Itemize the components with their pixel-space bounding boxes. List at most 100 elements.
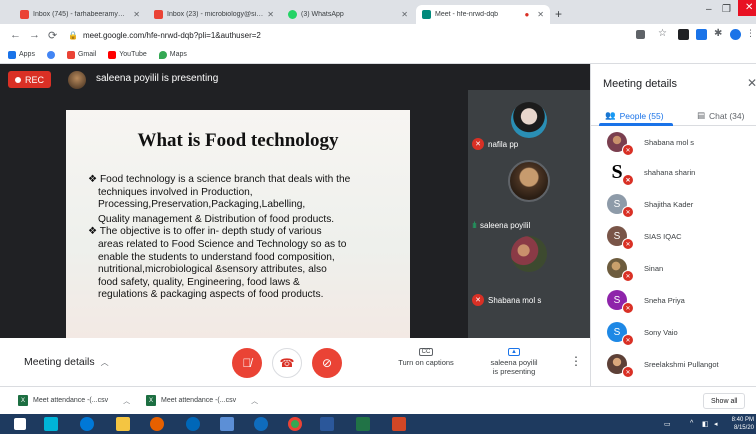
list-item[interactable]: ✕ Sreelakshmi Pullangot: [607, 350, 756, 378]
maximize-button[interactable]: ❐: [722, 4, 731, 15]
reload-icon[interactable]: ⟳: [48, 29, 57, 42]
slide-line: techniques involved in Production,: [98, 186, 253, 198]
new-tab-button[interactable]: +: [555, 7, 562, 21]
recording-dot-icon: ●: [524, 10, 530, 19]
list-item[interactable]: S ✕ shahana sharin: [607, 158, 756, 186]
camera-ext-icon[interactable]: [636, 30, 645, 39]
volume-icon[interactable]: ◂: [714, 420, 718, 428]
word-icon[interactable]: [320, 417, 334, 431]
participant-name: nafila pp: [488, 139, 519, 149]
network-icon[interactable]: ◧: [702, 420, 709, 428]
avatar: ✕: [607, 354, 634, 378]
profile-avatar[interactable]: [730, 29, 741, 40]
present-screen-icon: ▲: [508, 348, 520, 356]
close-tab-icon[interactable]: ✕: [267, 10, 274, 19]
excel-file-icon: X: [146, 395, 156, 406]
browser-tab-gmail-1[interactable]: Inbox (745) - farhabeeramy@gm... ✕: [14, 5, 146, 24]
gmail-icon: [20, 10, 29, 19]
extension-icon-2[interactable]: [696, 29, 707, 40]
close-icon[interactable]: ✕: [747, 76, 756, 90]
back-icon[interactable]: ←: [10, 29, 21, 41]
forward-icon[interactable]: →: [29, 29, 40, 41]
system-clock[interactable]: 8:40 PM 8/15/20: [728, 416, 754, 432]
download-item[interactable]: X Meet attendance -(...csv ︿: [18, 395, 130, 406]
participant-tile[interactable]: ✕ nafila pp: [468, 96, 590, 166]
list-item[interactable]: S ✕ Sony Vaio: [607, 318, 756, 346]
speaking-indicator-icon: ılı: [472, 220, 477, 230]
keyboard-icon[interactable]: ▭: [664, 420, 671, 428]
cortana-icon[interactable]: [80, 417, 94, 431]
camera-toggle-button[interactable]: ⊘: [312, 348, 342, 378]
tab-chat[interactable]: ▤ Chat (34): [697, 110, 744, 121]
mic-off-icon: ✕: [622, 334, 634, 346]
close-tab-icon[interactable]: ✕: [537, 10, 544, 19]
participant-tile[interactable]: ılı saleena poyilil: [468, 160, 590, 238]
excel-icon[interactable]: [356, 417, 370, 431]
participant-avatar: [511, 236, 547, 272]
puzzle-icon[interactable]: ✱: [714, 28, 725, 39]
close-window-button[interactable]: ✕: [738, 0, 756, 16]
list-item[interactable]: S ✕ Shajitha Kader: [607, 190, 756, 218]
avatar: ✕: [607, 132, 634, 156]
slide-line: enable the students to understand food c…: [98, 251, 335, 263]
close-tab-icon[interactable]: ✕: [133, 10, 140, 19]
tab-people[interactable]: 👥 People (55): [605, 110, 664, 121]
chrome-icon[interactable]: [288, 417, 302, 431]
file-explorer-icon[interactable]: [116, 417, 130, 431]
tray-chevron-icon[interactable]: ^: [690, 420, 693, 427]
app-icon[interactable]: [220, 417, 234, 431]
edge-icon[interactable]: [254, 417, 268, 431]
extension-icon[interactable]: [678, 29, 689, 40]
recording-dot-icon: [15, 76, 21, 83]
powerpoint-icon[interactable]: [392, 417, 406, 431]
leave-call-button[interactable]: ☎: [272, 348, 302, 378]
task-view-icon[interactable]: [44, 417, 58, 431]
ie-icon[interactable]: [186, 417, 200, 431]
slide-line: nutritional,microbiological &sensory att…: [98, 264, 327, 276]
bookmark-gmail[interactable]: Gmail: [66, 50, 96, 59]
browser-tab-gmail-2[interactable]: Inbox (23) - microbiology@siasi... ✕: [148, 5, 280, 24]
more-options-icon[interactable]: ⋮: [570, 354, 582, 368]
minimize-button[interactable]: –: [706, 4, 712, 15]
slide-line: Quality management & Distribution of foo…: [98, 213, 335, 225]
bookmarks-bar: Apps Gmail YouTube Maps: [0, 46, 756, 64]
browser-tab-meet[interactable]: Meet - hfe-nrwd-dqb ● ✕: [416, 5, 550, 24]
show-all-button[interactable]: Show all: [703, 393, 746, 409]
close-tab-icon[interactable]: ✕: [401, 10, 408, 19]
firefox-icon[interactable]: [150, 417, 164, 431]
avatar: S ✕: [607, 161, 634, 186]
windows-taskbar: ▭ ^ ◧ ◂ 8:40 PM 8/15/20: [0, 414, 756, 434]
chevron-up-icon: ︿: [100, 357, 109, 367]
participant-name: Shabana mol s: [488, 295, 542, 305]
mic-off-icon: ✕: [622, 270, 634, 282]
avatar: S ✕: [607, 226, 634, 250]
presenting-status-button[interactable]: ▲ saleena poyilil is presenting: [469, 346, 559, 376]
browser-tab-whatsapp[interactable]: (3) WhatsApp ✕: [282, 5, 414, 24]
captions-button[interactable]: CC Turn on captions: [381, 346, 471, 367]
participant-avatar: [508, 160, 550, 202]
list-item[interactable]: S ✕ Sneha Priya: [607, 286, 756, 314]
meeting-stage: REC saleena poyilil is presenting What i…: [0, 64, 590, 338]
star-icon[interactable]: ☆: [658, 28, 669, 39]
mic-toggle-button[interactable]: 🎙̸: [232, 348, 262, 378]
windows-start-icon[interactable]: [14, 418, 26, 430]
meeting-details-button[interactable]: Meeting details ︿: [24, 356, 109, 368]
bookmark-youtube[interactable]: YouTube: [108, 50, 147, 59]
omnibox[interactable]: 🔒 meet.google.com/hfe-nrwd-dqb?pli=1&aut…: [68, 27, 588, 43]
menu-dots-icon[interactable]: ⋮: [746, 28, 756, 39]
bookmark-maps[interactable]: Maps: [158, 50, 187, 59]
url-text[interactable]: meet.google.com/hfe-nrwd-dqb?pli=1&authu…: [83, 31, 261, 40]
list-item[interactable]: ✕ Shabana mol s: [607, 128, 756, 156]
list-item[interactable]: ✕ Sinan: [607, 254, 756, 282]
bookmark-google[interactable]: [46, 50, 55, 59]
chevron-up-icon[interactable]: ︿: [251, 396, 258, 406]
bookmark-apps[interactable]: Apps: [8, 50, 35, 59]
avatar: ✕: [607, 258, 634, 282]
chevron-up-icon[interactable]: ︿: [123, 396, 130, 406]
avatar: S ✕: [607, 290, 634, 314]
list-item[interactable]: S ✕ SIAS IQAC: [607, 222, 756, 250]
download-item[interactable]: X Meet attendance -(...csv ︿: [146, 395, 258, 406]
participant-tile[interactable]: ✕ Shabana mol s: [468, 236, 590, 306]
whatsapp-icon: [288, 10, 297, 19]
phone-hangup-icon: ☎: [279, 356, 295, 370]
